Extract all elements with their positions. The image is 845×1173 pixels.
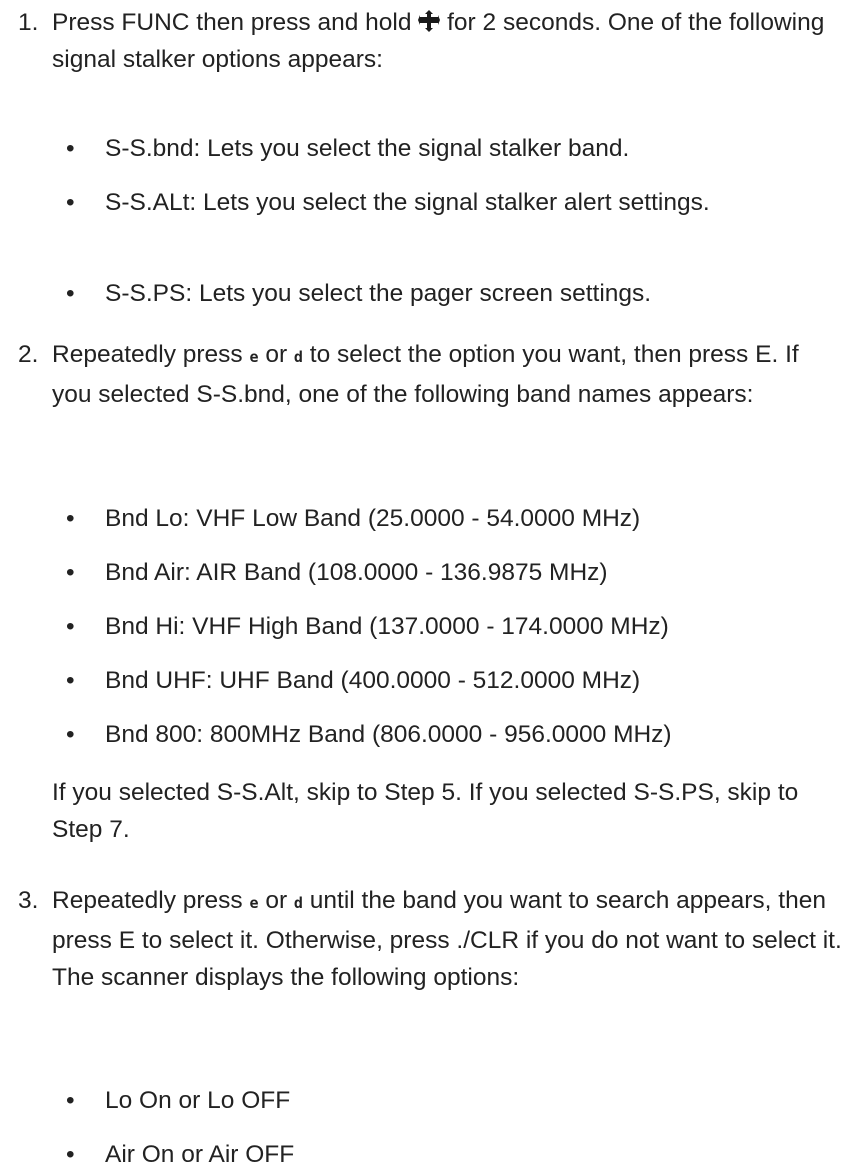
function-key-icon — [418, 10, 441, 32]
up-key-glyph: e — [249, 348, 259, 366]
step-text: Repeatedly press e or d to select the op… — [52, 336, 842, 413]
bullet-icon: • — [66, 559, 75, 586]
list-item-text: Bnd UHF: UHF Band (400.0000 - 512.0000 M… — [105, 667, 641, 694]
bullet-icon: • — [66, 280, 75, 307]
bullet-icon: • — [66, 613, 75, 640]
up-key-glyph: e — [249, 894, 259, 912]
down-key-glyph: d — [293, 348, 303, 366]
bullet-icon: • — [66, 1141, 75, 1168]
manual-page: 1. Press FUNC then press and hold for 2 … — [0, 0, 845, 1168]
list-item-text: Bnd Hi: VHF High Band (137.0000 - 174.00… — [105, 613, 669, 640]
bullet-icon: • — [66, 135, 75, 162]
list-item-text: Bnd 800: 800MHz Band (806.0000 - 956.000… — [105, 721, 672, 748]
down-key-glyph: d — [293, 894, 303, 912]
list-item-text: Bnd Lo: VHF Low Band (25.0000 - 54.0000 … — [105, 505, 641, 532]
step-text-part: Repeatedly press — [52, 887, 250, 914]
step-number: 1. — [18, 9, 39, 36]
step-text-part: or — [258, 341, 294, 368]
bullet-icon: • — [66, 189, 75, 216]
list-item-text: S-S.PS: Lets you select the pager screen… — [105, 280, 652, 307]
step-text: Repeatedly press e or d until the band y… — [52, 882, 842, 996]
step-number: 2. — [18, 341, 39, 368]
list-item-text: S-S.bnd: Lets you select the signal stal… — [105, 135, 630, 162]
list-item-text: Bnd Air: AIR Band (108.0000 - 136.9875 M… — [105, 559, 608, 586]
step-text-part: or — [258, 887, 294, 914]
bullet-icon: • — [66, 721, 75, 748]
list-item-text: Lo On or Lo OFF — [105, 1087, 291, 1114]
bullet-icon: • — [66, 1087, 75, 1114]
bullet-icon: • — [66, 667, 75, 694]
step-2-followup-text: If you selected S-S.Alt, skip to Step 5.… — [52, 779, 799, 843]
step-text: Press FUNC then press and hold for 2 sec… — [52, 4, 842, 78]
list-item-text: S-S.ALt: Lets you select the signal stal… — [105, 189, 710, 216]
step-number: 3. — [18, 887, 39, 914]
step-text-part: Press FUNC then press and hold — [52, 9, 419, 36]
step-text-part: Repeatedly press — [52, 341, 250, 368]
bullet-icon: • — [66, 505, 75, 532]
list-item-text: Air On or Air OFF — [105, 1141, 295, 1168]
